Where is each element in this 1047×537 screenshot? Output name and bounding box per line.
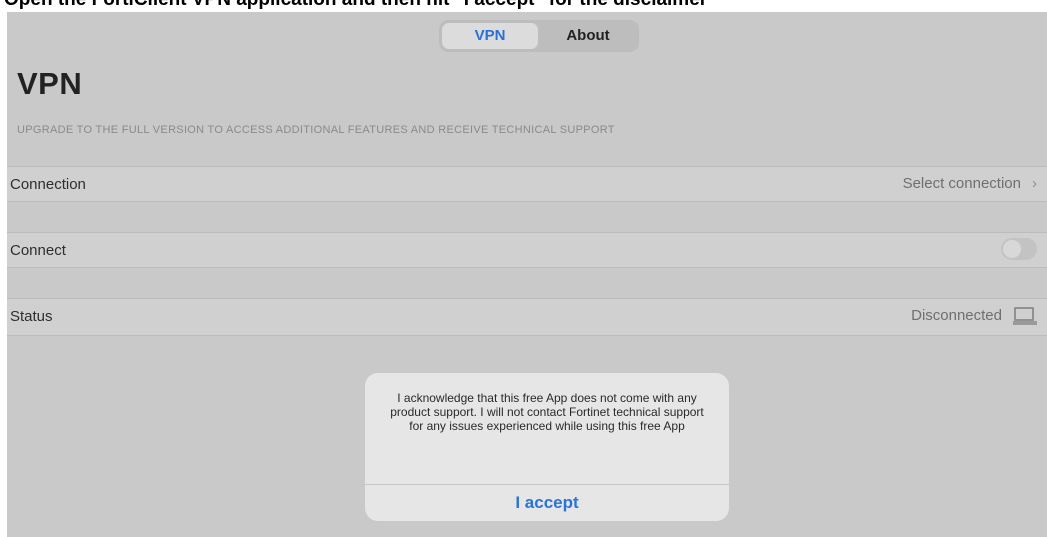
caption-text: Open the FortiClient VPN application and…: [4, 0, 707, 11]
accept-button[interactable]: I accept: [365, 485, 729, 521]
connection-label: Connection: [10, 176, 86, 193]
tab-about[interactable]: About: [540, 23, 636, 49]
connect-row: Connect: [7, 232, 1047, 268]
upgrade-note: UPGRADE TO THE FULL VERSION TO ACCESS AD…: [17, 124, 615, 136]
status-label: Status: [10, 308, 53, 325]
caption-strip: Open the FortiClient VPN application and…: [0, 0, 1047, 12]
status-row: Status Disconnected: [7, 298, 1047, 336]
connect-label: Connect: [10, 242, 66, 259]
status-value: Disconnected: [911, 307, 1002, 324]
tab-vpn[interactable]: VPN: [442, 23, 538, 49]
disclaimer-dialog: I acknowledge that this free App does no…: [365, 373, 729, 521]
app-screen: VPN About VPN UPGRADE TO THE FULL VERSIO…: [7, 12, 1047, 537]
page-title: VPN: [17, 66, 83, 101]
connection-row[interactable]: Connection Select connection ›: [7, 166, 1047, 202]
computer-icon: [1013, 307, 1037, 325]
disclaimer-message: I acknowledge that this free App does no…: [390, 391, 704, 433]
connect-toggle[interactable]: [1001, 238, 1037, 260]
connection-value: Select connection: [902, 175, 1021, 192]
segmented-control: VPN About: [439, 20, 639, 52]
chevron-right-icon: ›: [1032, 175, 1037, 192]
